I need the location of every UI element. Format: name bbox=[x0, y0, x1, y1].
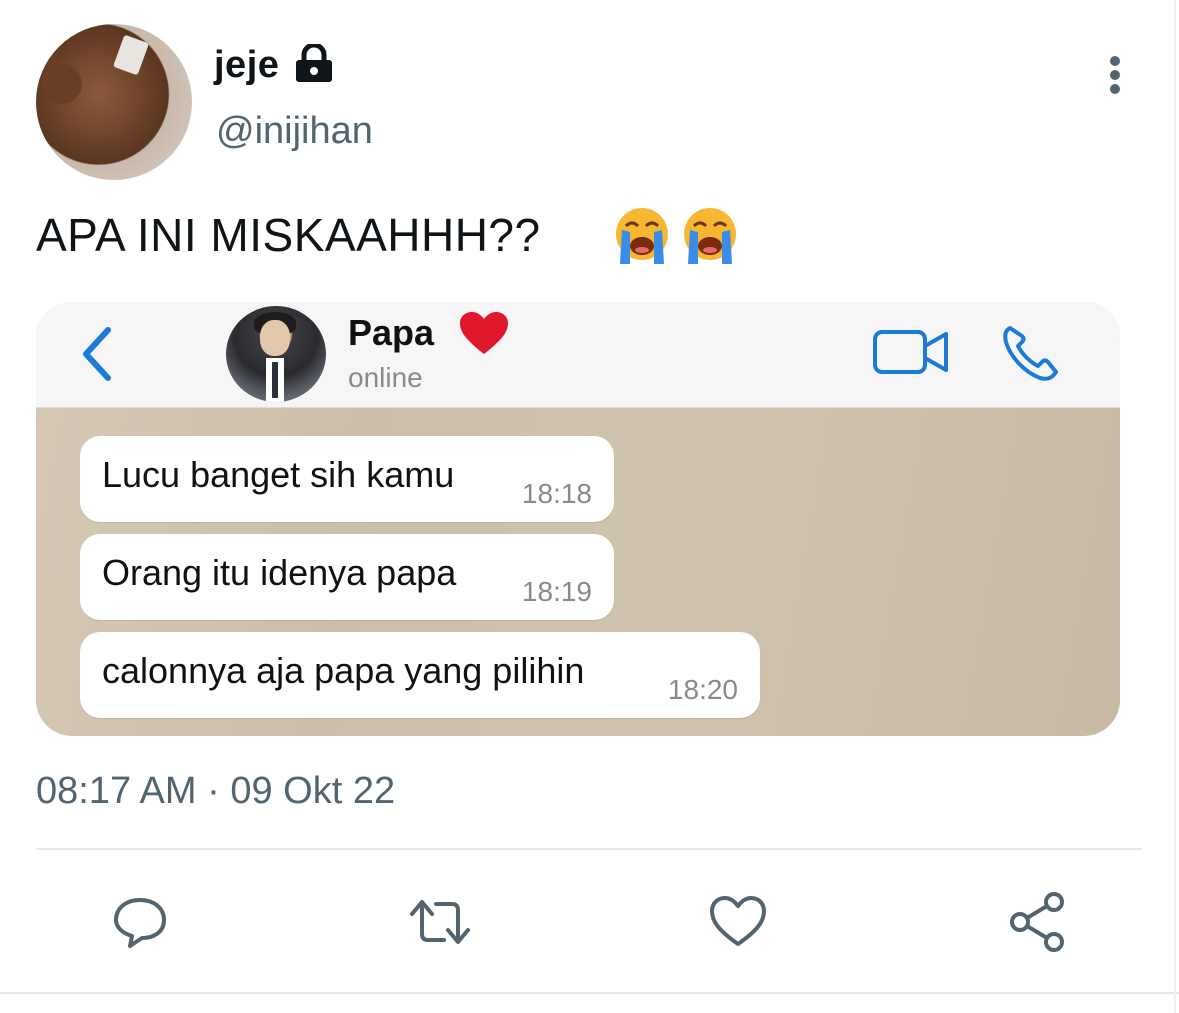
chat-message-text: Orang itu idenya papa bbox=[102, 552, 457, 593]
loudly-crying-face-emoji bbox=[616, 208, 668, 264]
retweet-icon[interactable] bbox=[408, 890, 472, 954]
share-icon[interactable] bbox=[1006, 890, 1070, 954]
chat-message-time: 18:18 bbox=[521, 478, 592, 509]
author-handle[interactable]: @inijihan bbox=[216, 110, 373, 153]
divider bbox=[0, 992, 1179, 994]
contact-name: Papa bbox=[348, 312, 435, 353]
chat-message-text: Lucu banget sih kamu bbox=[102, 454, 455, 495]
tweet-timestamp[interactable]: 08:17 AM · 09 Okt 22 bbox=[36, 770, 395, 813]
chat-message-time: 18:19 bbox=[521, 576, 592, 607]
chat-message-time: 18:20 bbox=[667, 674, 738, 705]
chat-message: Orang itu idenya papa 18:19 bbox=[80, 534, 614, 620]
like-icon[interactable] bbox=[706, 890, 770, 954]
divider bbox=[36, 848, 1142, 850]
heart-icon bbox=[460, 312, 508, 354]
author-avatar[interactable] bbox=[36, 24, 192, 180]
chat-message: Lucu banget sih kamu 18:18 bbox=[80, 436, 614, 522]
contact-status: online bbox=[348, 362, 423, 393]
divider bbox=[1174, 0, 1176, 1013]
loudly-crying-face-emoji bbox=[684, 208, 736, 264]
chat-message: calonnya aja papa yang pilihin 18:20 bbox=[80, 632, 760, 718]
lock-icon bbox=[296, 44, 332, 82]
contact-avatar bbox=[226, 306, 326, 402]
author-display-name[interactable]: jeje bbox=[214, 44, 279, 87]
tweet-media-image[interactable]: Papa online Lucu banget sih kamu 18:18 O… bbox=[36, 302, 1120, 736]
chat-message-text: calonnya aja papa yang pilihin bbox=[102, 650, 585, 691]
video-call-icon bbox=[873, 330, 948, 374]
reply-icon[interactable] bbox=[108, 890, 172, 954]
phone-call-icon bbox=[1003, 326, 1058, 381]
more-vertical-icon[interactable] bbox=[1100, 54, 1130, 100]
chat-header: Papa online bbox=[36, 302, 1120, 408]
tweet-text: APA INI MISKAAHHH?? bbox=[36, 209, 541, 261]
back-chevron-icon bbox=[83, 327, 111, 381]
